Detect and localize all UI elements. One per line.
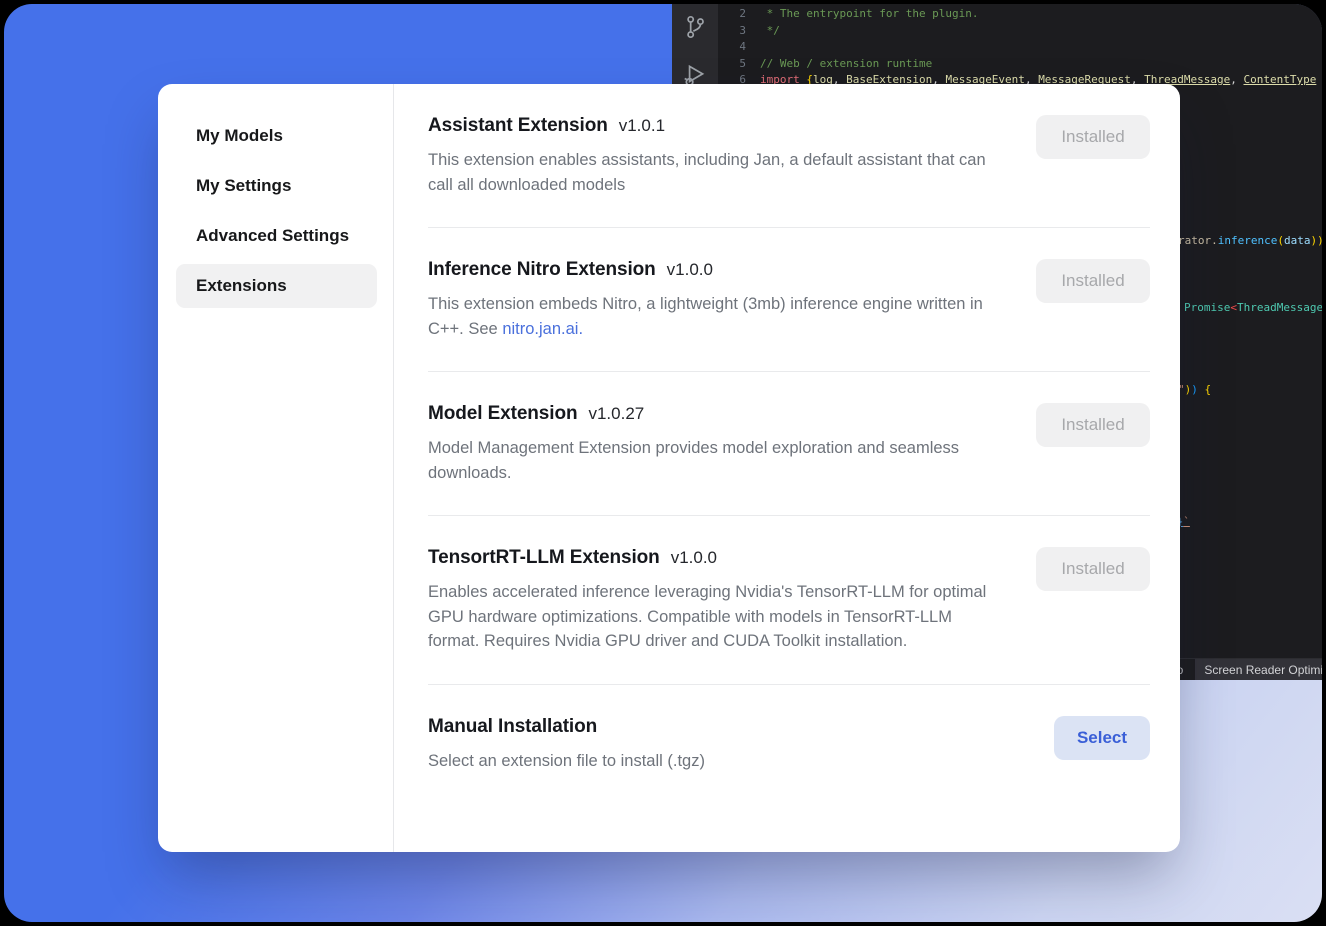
extension-version: v1.0.27	[588, 404, 644, 424]
code-line: 2 * The entrypoint for the plugin.	[718, 6, 1322, 23]
sidebar-item-label: Extensions	[196, 276, 287, 296]
extension-description: Enables accelerated inference leveraging…	[428, 580, 1006, 654]
installed-button[interactable]: Installed	[1036, 259, 1150, 303]
extension-version: v1.0.1	[619, 116, 665, 136]
manual-install-description: Select an extension file to install (.tg…	[428, 749, 1006, 774]
code-text	[746, 39, 760, 56]
extension-row-assistant: Assistant Extension v1.0.1 This extensio…	[428, 84, 1150, 228]
sidebar-item-advanced-settings[interactable]: Advanced Settings	[176, 214, 377, 258]
manual-install-title-line: Manual Installation	[428, 716, 1006, 738]
line-number: 2	[718, 6, 746, 23]
code-text: * The entrypoint for the plugin.	[746, 6, 979, 23]
extension-row-nitro: Inference Nitro Extension v1.0.0 This ex…	[428, 228, 1150, 372]
app-canvas: 2 * The entrypoint for the plugin. 3 */ …	[4, 4, 1322, 922]
installed-button[interactable]: Installed	[1036, 403, 1150, 447]
manual-install-title: Manual Installation	[428, 716, 597, 738]
extension-title-line: TensortRT-LLM Extension v1.0.0	[428, 547, 1006, 569]
extension-description: Model Management Extension provides mode…	[428, 436, 1006, 485]
extension-name: TensortRT-LLM Extension	[428, 547, 660, 569]
code-text: // Web / extension runtime	[746, 56, 932, 73]
extension-name: Assistant Extension	[428, 115, 608, 137]
select-file-button[interactable]: Select	[1054, 716, 1150, 760]
extension-title-line: Assistant Extension v1.0.1	[428, 115, 1006, 137]
extension-description: This extension enables assistants, inclu…	[428, 148, 1006, 197]
installed-button[interactable]: Installed	[1036, 115, 1150, 159]
extension-row-tensorrt: TensortRT-LLM Extension v1.0.0 Enables a…	[428, 516, 1150, 685]
extension-name: Model Extension	[428, 403, 577, 425]
installed-button[interactable]: Installed	[1036, 547, 1150, 591]
code-line: 5 // Web / extension runtime	[718, 56, 1322, 73]
extension-info: Model Extension v1.0.27 Model Management…	[428, 403, 1006, 485]
extension-description: This extension embeds Nitro, a lightweig…	[428, 292, 1006, 341]
sidebar-item-label: My Settings	[196, 176, 291, 196]
extension-version: v1.0.0	[671, 548, 717, 568]
settings-modal: My Models My Settings Advanced Settings …	[158, 84, 1180, 852]
extension-info: Assistant Extension v1.0.1 This extensio…	[428, 115, 1006, 197]
sidebar-item-my-models[interactable]: My Models	[176, 114, 377, 158]
line-number: 4	[718, 39, 746, 56]
sidebar-item-label: My Models	[196, 126, 283, 146]
extension-name: Inference Nitro Extension	[428, 259, 656, 281]
manual-installation-row: Manual Installation Select an extension …	[428, 685, 1150, 798]
screen-reader-status[interactable]: Screen Reader Optimized	[1195, 659, 1322, 680]
extension-row-model: Model Extension v1.0.27 Model Management…	[428, 372, 1150, 516]
extension-info: Inference Nitro Extension v1.0.0 This ex…	[428, 259, 1006, 341]
code-fragment: rator.inference(data));	[1178, 233, 1322, 250]
manual-install-info: Manual Installation Select an extension …	[428, 716, 1006, 774]
sidebar-item-my-settings[interactable]: My Settings	[176, 164, 377, 208]
line-number: 3	[718, 23, 746, 40]
code-fragment: Promise<ThreadMessage>	[1184, 300, 1322, 317]
sidebar-item-label: Advanced Settings	[196, 226, 349, 246]
extensions-list: Assistant Extension v1.0.1 This extensio…	[394, 84, 1180, 852]
line-number: 5	[718, 56, 746, 73]
extension-version: v1.0.0	[667, 260, 713, 280]
extension-title-line: Model Extension v1.0.27	[428, 403, 1006, 425]
source-control-icon[interactable]	[682, 14, 708, 40]
extension-title-line: Inference Nitro Extension v1.0.0	[428, 259, 1006, 281]
extension-info: TensortRT-LLM Extension v1.0.0 Enables a…	[428, 547, 1006, 654]
nitro-link[interactable]: nitro.jan.ai.	[502, 320, 583, 338]
code-text: */	[746, 23, 780, 40]
settings-sidebar: My Models My Settings Advanced Settings …	[158, 84, 394, 852]
code-line: 3 */	[718, 23, 1322, 40]
sidebar-item-extensions[interactable]: Extensions	[176, 264, 377, 308]
code-fragment: ")) {	[1178, 382, 1211, 399]
code-line: 4	[718, 39, 1322, 56]
